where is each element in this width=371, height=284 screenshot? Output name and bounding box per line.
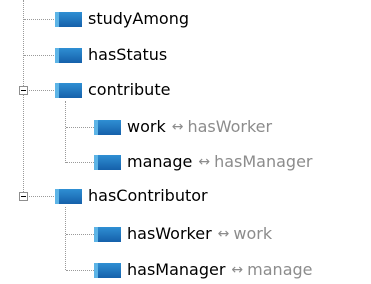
inverse-arrow-icon: ↔: [217, 226, 230, 242]
tree-connector-h: [24, 55, 56, 56]
tree-item-hasstatus[interactable]: hasStatus: [55, 43, 167, 67]
tree-item-label: manage: [127, 152, 193, 171]
tree-item-hasmanager[interactable]: hasManager ↔ manage: [94, 258, 313, 282]
inverse-arrow-icon: ↔: [171, 119, 184, 135]
tree-item-label: contribute: [88, 80, 171, 99]
tree-connector-h: [66, 270, 94, 271]
tree-connector-h: [24, 90, 56, 91]
object-property-icon: [55, 47, 82, 63]
tree-item-hasworker[interactable]: hasWorker ↔ work: [94, 222, 272, 246]
inverse-arrow-icon: ↔: [198, 154, 211, 170]
property-tree: studyAmong hasStatus contribute work ↔ h…: [0, 0, 371, 284]
tree-connector-h: [24, 196, 56, 197]
inverse-arrow-icon: ↔: [231, 262, 244, 278]
tree-connector-h: [66, 127, 94, 128]
object-property-icon: [94, 226, 121, 242]
tree-connector-children: [65, 207, 66, 270]
tree-item-label: hasManager: [127, 260, 226, 279]
object-property-icon: [94, 119, 121, 135]
object-property-icon: [94, 154, 121, 170]
tree-item-label: hasStatus: [88, 45, 168, 64]
object-property-icon: [55, 11, 82, 27]
collapse-toggle-icon[interactable]: [19, 192, 28, 201]
object-property-icon: [55, 188, 82, 204]
tree-connector-root: [23, 0, 24, 196]
collapse-toggle-icon[interactable]: [19, 86, 28, 95]
tree-connector-h: [24, 19, 56, 20]
tree-item-label: work: [127, 117, 166, 136]
tree-item-contribute[interactable]: contribute: [55, 78, 170, 102]
tree-item-label: hasWorker: [127, 224, 212, 243]
tree-connector-h: [66, 234, 94, 235]
inverse-property-label: hasManager: [214, 152, 313, 171]
object-property-icon: [55, 82, 82, 98]
tree-item-studyamong[interactable]: studyAmong: [55, 7, 189, 31]
tree-item-label: studyAmong: [88, 9, 189, 28]
inverse-property-label: work: [233, 224, 273, 243]
tree-item-manage[interactable]: manage ↔ hasManager: [94, 150, 313, 174]
inverse-property-label: hasWorker: [187, 117, 273, 136]
tree-item-work[interactable]: work ↔ hasWorker: [94, 115, 272, 139]
inverse-property-label: manage: [247, 260, 313, 279]
tree-connector-children: [65, 101, 66, 163]
tree-item-label: hasContributor: [88, 186, 208, 205]
tree-connector-h: [66, 162, 94, 163]
tree-item-hascontributor[interactable]: hasContributor: [55, 184, 208, 208]
object-property-icon: [94, 262, 121, 278]
